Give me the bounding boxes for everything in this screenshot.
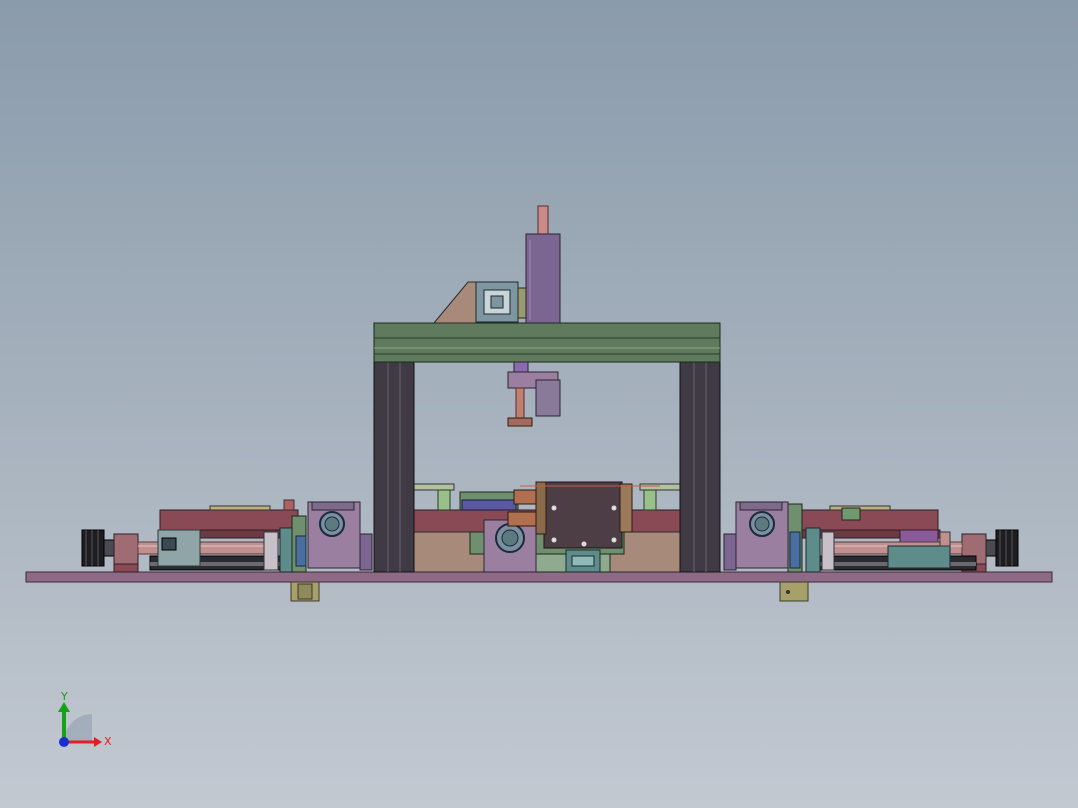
left-pulley[interactable] bbox=[81, 529, 115, 567]
right-pulley[interactable] bbox=[985, 529, 1019, 567]
left-foot-bracket[interactable] bbox=[290, 581, 320, 602]
hanging-actuator[interactable] bbox=[507, 361, 561, 427]
coordinate-triad: Y X bbox=[58, 690, 112, 748]
y-axis-arrowhead bbox=[58, 702, 70, 712]
x-axis-arrowhead bbox=[94, 737, 102, 747]
left-column[interactable] bbox=[373, 361, 415, 573]
y-axis-label: Y bbox=[60, 690, 68, 703]
right-column[interactable] bbox=[679, 361, 721, 573]
cad-viewport[interactable]: Y X bbox=[0, 0, 1078, 808]
center-cam-block[interactable] bbox=[483, 519, 537, 573]
right-foot-bracket[interactable] bbox=[779, 581, 809, 602]
x-axis-label: X bbox=[104, 735, 112, 748]
base-plate[interactable] bbox=[25, 571, 1053, 583]
vertical-cylinder[interactable] bbox=[525, 205, 561, 324]
assembly-view[interactable]: Y X bbox=[0, 0, 1078, 808]
right-slide-module[interactable] bbox=[799, 505, 941, 547]
right-motor-box[interactable] bbox=[723, 501, 789, 571]
triad-arc bbox=[64, 714, 92, 742]
angle-bracket[interactable] bbox=[432, 281, 477, 324]
top-beam[interactable] bbox=[373, 322, 721, 363]
left-motor-box[interactable] bbox=[307, 501, 373, 571]
z-axis-dot bbox=[59, 737, 69, 747]
left-bearing-block[interactable] bbox=[113, 533, 139, 573]
aluminum-profile[interactable] bbox=[475, 281, 527, 323]
center-rail-guide[interactable] bbox=[565, 549, 601, 573]
